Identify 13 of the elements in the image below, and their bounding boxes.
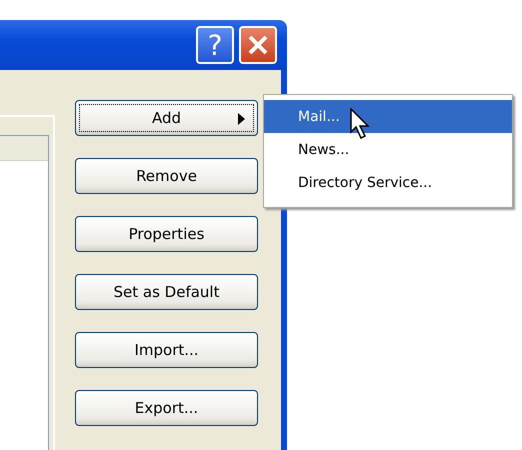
menu-item[interactable]: News... — [264, 133, 512, 166]
dialog-button[interactable]: Set as Default — [75, 274, 258, 310]
menu-item[interactable]: Mail... — [264, 100, 512, 133]
dialog-button[interactable]: Export... — [75, 390, 258, 426]
dialog-button[interactable]: Add — [75, 100, 258, 136]
dialog-button[interactable]: Properties — [75, 216, 258, 252]
mouse-cursor-icon — [350, 108, 372, 140]
close-button[interactable] — [239, 26, 277, 64]
dialog-button[interactable]: Remove — [75, 158, 258, 194]
menu-item[interactable]: Directory Service... — [264, 166, 512, 199]
help-button[interactable]: ? — [196, 26, 234, 64]
close-icon — [247, 34, 269, 56]
dialog-button[interactable]: Import... — [75, 332, 258, 368]
